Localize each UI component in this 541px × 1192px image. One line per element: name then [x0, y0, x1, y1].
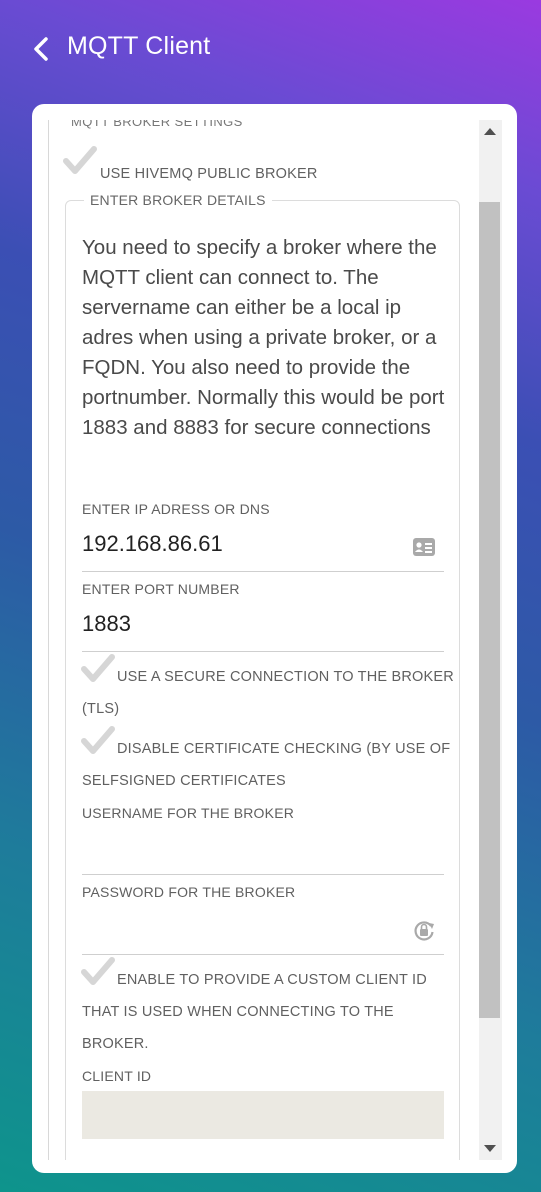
- scrollbar[interactable]: [479, 120, 502, 1160]
- section-label: MQTT BROKER SETTINGS: [71, 120, 243, 129]
- broker-details-group: ENTER BROKER DETAILS You need to specify…: [65, 192, 460, 1160]
- chevron-left-icon[interactable]: [30, 36, 54, 62]
- username-field-underline: [82, 874, 444, 875]
- port-field-label: ENTER PORT NUMBER: [82, 581, 240, 597]
- scroll-up-arrow-icon[interactable]: [484, 128, 496, 135]
- disable-cert-label-continued: SELFSIGNED CERTIFICATES: [82, 773, 286, 789]
- password-field-underline: [82, 954, 444, 955]
- custom-client-id-label-continued: THAT IS USED WHEN CONNECTING TO THE: [82, 1004, 394, 1020]
- custom-client-id-label: ENABLE TO PROVIDE A CUSTOM CLIENT ID: [117, 972, 427, 988]
- settings-card: MQTT BROKER SETTINGS USE HIVEMQ PUBLIC B…: [32, 104, 517, 1173]
- ip-field-label: ENTER IP ADRESS OR DNS: [82, 501, 270, 517]
- tls-label: USE A SECURE CONNECTION TO THE BROKER: [117, 669, 454, 685]
- username-field-label: USERNAME FOR THE BROKER: [82, 805, 295, 821]
- settings-scroll-area[interactable]: MQTT BROKER SETTINGS USE HIVEMQ PUBLIC B…: [48, 120, 474, 1160]
- broker-details-legend: ENTER BROKER DETAILS: [84, 192, 272, 208]
- ip-field-underline: [82, 571, 444, 572]
- port-field-underline: [82, 651, 444, 652]
- password-field-label: PASSWORD FOR THE BROKER: [82, 884, 296, 900]
- custom-client-id-label-end: BROKER.: [82, 1036, 149, 1052]
- ip-field[interactable]: 192.168.86.61: [82, 531, 223, 557]
- client-id-field-label: CLIENT ID: [82, 1068, 152, 1084]
- disable-cert-checkbox[interactable]: [81, 726, 115, 756]
- scroll-down-arrow-icon[interactable]: [484, 1145, 496, 1152]
- use-public-broker-label: USE HIVEMQ PUBLIC BROKER: [100, 166, 318, 182]
- contact-card-icon[interactable]: [412, 537, 436, 557]
- page-title: MQTT Client: [67, 32, 211, 60]
- custom-client-id-checkbox[interactable]: [81, 957, 115, 987]
- tls-checkbox[interactable]: [81, 654, 115, 684]
- password-lock-icon[interactable]: [413, 918, 435, 942]
- port-field[interactable]: 1883: [82, 611, 131, 637]
- disable-cert-label: DISABLE CERTIFICATE CHECKING (BY USE OF: [117, 741, 451, 757]
- use-public-broker-checkbox[interactable]: [63, 146, 97, 176]
- client-id-field[interactable]: [82, 1091, 444, 1139]
- scrollbar-thumb[interactable]: [479, 202, 500, 1018]
- tls-label-continued: (TLS): [82, 701, 120, 717]
- app-header: MQTT Client: [0, 0, 541, 100]
- broker-description: You need to specify a broker where the M…: [82, 236, 445, 439]
